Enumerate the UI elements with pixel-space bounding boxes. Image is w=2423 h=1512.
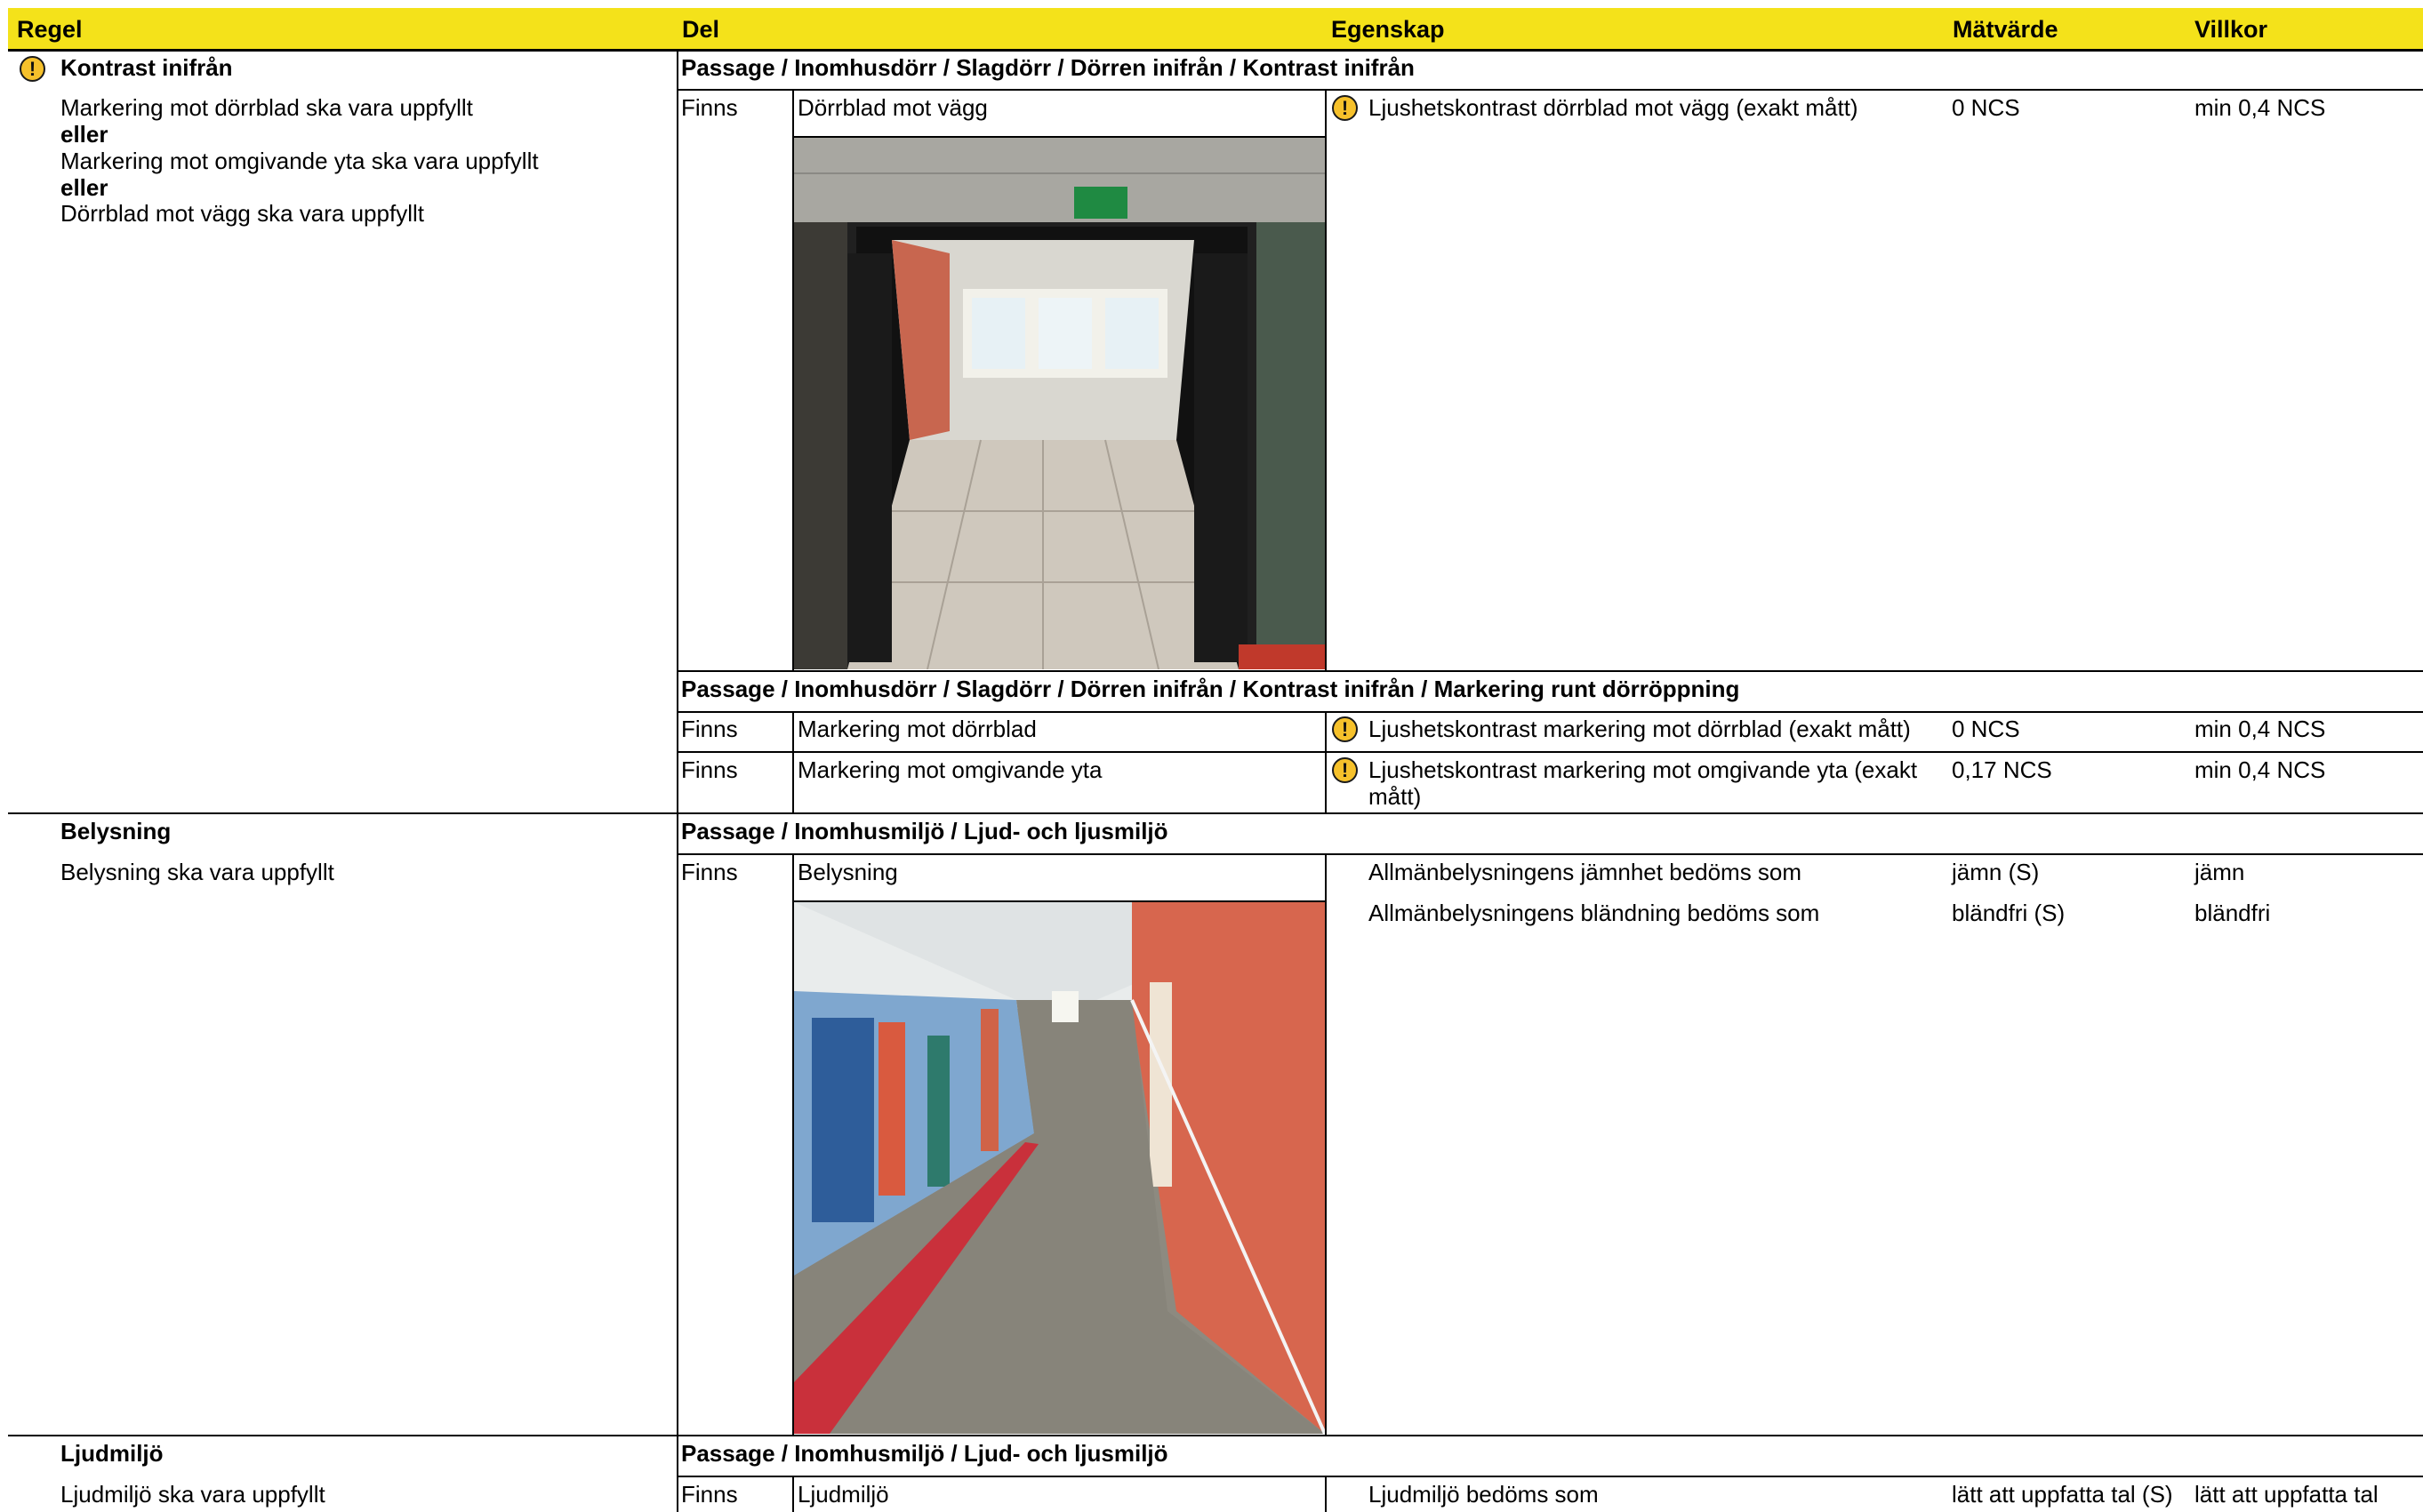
column-divider [792,712,794,813]
value-cell: jämn (S) [1952,859,2040,885]
property-cell: Allmänbelysningens bländning bedöms som [1368,900,1820,926]
row-divider [678,1476,2423,1477]
rule-title: Kontrast inifrån [60,54,233,81]
part-path: Passage / Inomhusdörr / Slagdörr / Dörre… [681,676,1740,702]
warning-icon [20,56,45,82]
warning-icon [1332,757,1358,783]
row-divider [678,853,2423,855]
property-cell: Allmänbelysningens jämnhet bedöms som [1368,859,1802,885]
column-divider [1325,854,1327,1436]
part-cell: Markering mot omgivande yta [798,756,1103,783]
header-egenskap: Egenskap [1331,16,1445,43]
status-cell: Finns [681,1481,738,1508]
rule-line: Dörrblad mot vägg ska vara uppfyllt [60,200,424,227]
property-cell-continued: mått) [1368,783,1422,810]
condition-cell: bländfri [2194,900,2271,926]
column-divider [792,1476,794,1512]
value-cell: 0 NCS [1952,94,2020,121]
part-path: Passage / Inomhusmiljö / Ljud- och ljusm… [681,1440,1168,1467]
row-divider [678,89,2423,91]
rule-connector: eller [60,121,108,148]
rule-line: Ljudmiljö ska vara uppfyllt [60,1481,325,1508]
header-villkor: Villkor [2194,16,2268,43]
part-cell: Dörrblad mot vägg [798,94,988,121]
condition-cell: jämn [2194,859,2245,885]
header-del: Del [682,16,720,43]
header-regel: Regel [17,16,83,43]
row-divider [678,670,2423,672]
status-cell: Finns [681,859,738,885]
status-cell: Finns [681,94,738,121]
condition-cell: lätt att uppfatta tal [2194,1481,2379,1508]
rule-line: Markering mot dörrblad ska vara uppfyllt [60,94,473,121]
column-divider [1325,1476,1327,1512]
value-cell: bländfri (S) [1952,900,2066,926]
corridor-photo [794,902,1325,1434]
rule-connector: eller [60,174,108,201]
table-header: Regel Del Egenskap Mätvärde Villkor [8,8,2423,52]
rule-title: Belysning [60,818,172,844]
part-cell: Markering mot dörrblad [798,716,1037,742]
row-divider [678,751,2423,753]
part-cell: Belysning [798,859,898,885]
header-matvarde: Mätvärde [1953,16,2058,43]
rule-line: Belysning ska vara uppfyllt [60,859,334,885]
value-cell: 0 NCS [1952,716,2020,742]
column-divider [677,52,678,1512]
condition-cell: min 0,4 NCS [2194,94,2326,121]
row-divider [678,711,2423,713]
column-divider [1325,90,1327,671]
condition-cell: min 0,4 NCS [2194,716,2326,742]
status-cell: Finns [681,716,738,742]
column-divider [1325,712,1327,813]
door-photo [794,138,1325,669]
condition-cell: min 0,4 NCS [2194,756,2326,783]
property-cell: Ljudmiljö bedöms som [1368,1481,1599,1508]
part-cell: Ljudmiljö [798,1481,889,1508]
status-cell: Finns [681,756,738,783]
property-cell: Ljushetskontrast markering mot omgivande… [1368,756,1918,783]
rule-title: Ljudmiljö [60,1440,164,1467]
property-cell: Ljushetskontrast dörrblad mot vägg (exak… [1368,94,1858,121]
rule-line: Markering mot omgivande yta ska vara upp… [60,148,539,174]
section-divider [8,1435,2423,1436]
value-cell: 0,17 NCS [1952,756,2052,783]
value-cell: lätt att uppfatta tal (S) [1952,1481,2173,1508]
property-cell: Ljushetskontrast markering mot dörrblad … [1368,716,1911,742]
section-divider [8,812,2423,814]
part-path: Passage / Inomhusdörr / Slagdörr / Dörre… [681,54,1415,81]
warning-icon [1332,95,1358,121]
part-path: Passage / Inomhusmiljö / Ljud- och ljusm… [681,818,1168,844]
warning-icon [1332,716,1358,742]
